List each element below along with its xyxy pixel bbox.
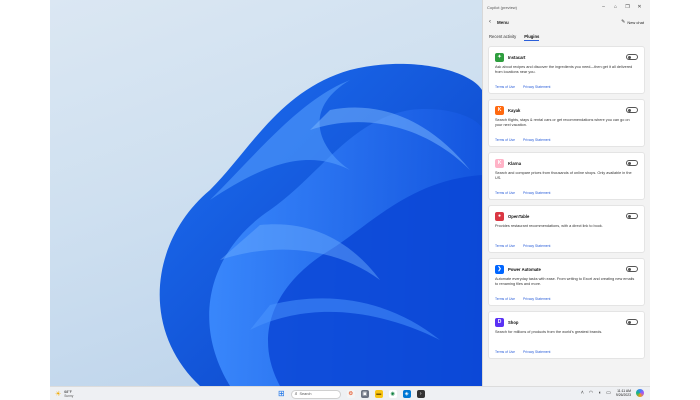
search-placeholder: Search bbox=[299, 392, 312, 396]
privacy-statement-link[interactable]: Privacy Statement bbox=[523, 191, 551, 195]
plugin-logo-icon: K bbox=[495, 105, 504, 115]
minimize-icon[interactable]: – bbox=[601, 4, 606, 10]
plugin-logo-icon: ● bbox=[495, 211, 504, 221]
menu-header: ‹ Menu ✎ New chat bbox=[483, 14, 650, 30]
search-icon: ⌕ bbox=[294, 391, 298, 397]
window-controls: – ⌂ ❐ ✕ bbox=[601, 4, 642, 10]
plugin-header: ✦ Instacart bbox=[495, 52, 638, 62]
back-arrow-icon[interactable]: ‹ bbox=[489, 19, 491, 25]
copilot-icon[interactable] bbox=[636, 389, 644, 397]
plugin-description: Automate everyday tasks with ease. From … bbox=[495, 277, 635, 287]
terms-of-use-link[interactable]: Terms of Use bbox=[495, 85, 515, 89]
plugin-name: Klarna bbox=[508, 160, 522, 166]
new-chat-icon: ✎ bbox=[621, 19, 626, 25]
taskbar-search[interactable]: ⌕ Search bbox=[290, 389, 341, 399]
terms-of-use-link[interactable]: Terms of Use bbox=[495, 191, 515, 195]
plugin-links: Terms of Use Privacy Statement bbox=[495, 138, 551, 142]
plugin-links: Terms of Use Privacy Statement bbox=[495, 191, 551, 195]
task-view-icon[interactable]: ▣ bbox=[360, 390, 369, 398]
plugin-logo-icon: D bbox=[495, 317, 504, 327]
plugin-description: Ask about recipes and discover the ingre… bbox=[495, 65, 633, 75]
plugin-toggle[interactable] bbox=[626, 266, 638, 272]
plugin-name: Power Automate bbox=[508, 266, 541, 272]
wifi-icon[interactable]: ◠ bbox=[589, 390, 593, 396]
plugin-logo-icon: ❯ bbox=[495, 264, 504, 274]
desktop-wallpaper bbox=[50, 0, 482, 386]
plugin-name: Instacart bbox=[508, 54, 526, 60]
new-chat-label: New chat bbox=[627, 19, 644, 25]
sun-icon: ☀ bbox=[55, 390, 62, 398]
privacy-statement-link[interactable]: Privacy Statement bbox=[523, 138, 551, 142]
privacy-statement-link[interactable]: Privacy Statement bbox=[523, 297, 551, 301]
battery-icon[interactable]: ▭ bbox=[606, 390, 611, 396]
close-icon[interactable]: ✕ bbox=[637, 4, 642, 10]
plugin-card: ❯ Power Automate Automate everyday tasks… bbox=[488, 258, 645, 306]
screen: Copilot (preview) – ⌂ ❐ ✕ ‹ Menu ✎ New c… bbox=[50, 0, 650, 400]
plugin-toggle[interactable] bbox=[626, 319, 638, 325]
plugin-toggle[interactable] bbox=[626, 107, 638, 113]
plugin-name: OpenTable bbox=[508, 213, 530, 219]
plugin-header: ● OpenTable bbox=[495, 211, 638, 221]
plugin-name: Kayak bbox=[508, 107, 521, 113]
taskbar-apps: ⊞ ⌕ Search ❂ ▣ ▬ ◉ ◈ › bbox=[278, 389, 425, 399]
plugin-description: Search and compare prices from thousands… bbox=[495, 171, 632, 181]
terms-of-use-link[interactable]: Terms of Use bbox=[495, 244, 515, 248]
copilot-titlebar: Copilot (preview) – ⌂ ❐ ✕ bbox=[483, 0, 650, 14]
terms-of-use-link[interactable]: Terms of Use bbox=[495, 350, 515, 354]
plugin-toggle[interactable] bbox=[626, 213, 638, 219]
plugin-card: K Klarna Search and compare prices from … bbox=[488, 152, 645, 200]
chevron-up-icon[interactable]: ˄ bbox=[581, 390, 584, 396]
plugin-links: Terms of Use Privacy Statement bbox=[495, 244, 551, 248]
plugin-description: Provides restaurant recommendations, wit… bbox=[495, 224, 603, 228]
plugin-links: Terms of Use Privacy Statement bbox=[495, 297, 551, 301]
plugin-name: Shop bbox=[508, 319, 519, 325]
privacy-statement-link[interactable]: Privacy Statement bbox=[523, 350, 551, 354]
plugin-list: ✦ Instacart Ask about recipes and discov… bbox=[483, 42, 650, 359]
tab-recent-activity[interactable]: Recent activity bbox=[489, 34, 516, 39]
plugin-links: Terms of Use Privacy Statement bbox=[495, 85, 551, 89]
tab-bar: Recent activity Plugins bbox=[483, 30, 650, 42]
bloom-wallpaper-art bbox=[159, 63, 482, 386]
menu-title: Menu bbox=[497, 19, 509, 25]
taskbar-clock[interactable]: 11:11 AM 9/26/2023 bbox=[616, 389, 631, 397]
store-icon[interactable]: ◈ bbox=[402, 390, 411, 398]
tab-plugins[interactable]: Plugins bbox=[524, 34, 540, 41]
clock-date: 9/26/2023 bbox=[615, 393, 631, 397]
edge-browser-icon[interactable]: ◉ bbox=[388, 390, 397, 398]
pin-icon[interactable]: ⌂ bbox=[613, 4, 618, 10]
plugin-header: K Kayak bbox=[495, 105, 638, 115]
plugin-description: Search for millions of products from the… bbox=[495, 330, 603, 334]
plugin-logo-icon: K bbox=[495, 158, 504, 168]
plugin-toggle[interactable] bbox=[626, 160, 638, 166]
plugin-card: ● OpenTable Provides restaurant recommen… bbox=[488, 205, 645, 253]
weather-widget[interactable]: ☀ 68°F Sunny bbox=[50, 390, 110, 398]
terminal-icon[interactable]: › bbox=[416, 390, 425, 398]
windows-start-icon[interactable]: ⊞ bbox=[278, 389, 285, 399]
plugin-card: D Shop Search for millions of products f… bbox=[488, 311, 645, 359]
privacy-statement-link[interactable]: Privacy Statement bbox=[523, 244, 551, 248]
copilot-panel: Copilot (preview) – ⌂ ❐ ✕ ‹ Menu ✎ New c… bbox=[482, 0, 650, 386]
privacy-statement-link[interactable]: Privacy Statement bbox=[523, 85, 551, 89]
file-explorer-icon[interactable]: ▬ bbox=[374, 390, 383, 398]
window-title: Copilot (preview) bbox=[487, 4, 518, 10]
restore-icon[interactable]: ❐ bbox=[625, 4, 630, 10]
terms-of-use-link[interactable]: Terms of Use bbox=[495, 297, 515, 301]
plugin-description: Search flights, stays & rental cars or g… bbox=[495, 118, 630, 128]
volume-icon[interactable]: ◖ bbox=[598, 390, 601, 396]
plugin-logo-icon: ✦ bbox=[495, 52, 504, 62]
game-app-icon[interactable]: ❂ bbox=[346, 390, 355, 398]
plugin-header: K Klarna bbox=[495, 158, 638, 168]
plugin-header: D Shop bbox=[495, 317, 638, 327]
plugin-card: K Kayak Search flights, stays & rental c… bbox=[488, 99, 645, 147]
plugin-links: Terms of Use Privacy Statement bbox=[495, 350, 551, 354]
system-tray: ˄ ◠ ◖ ▭ 11:11 AM 9/26/2023 bbox=[581, 389, 644, 397]
plugin-header: ❯ Power Automate bbox=[495, 264, 638, 274]
terms-of-use-link[interactable]: Terms of Use bbox=[495, 138, 515, 142]
weather-condition: Sunny bbox=[64, 393, 74, 398]
plugin-toggle[interactable] bbox=[626, 54, 638, 60]
new-chat-button[interactable]: ✎ New chat bbox=[621, 19, 644, 25]
plugin-card: ✦ Instacart Ask about recipes and discov… bbox=[488, 46, 645, 94]
taskbar: ☀ 68°F Sunny ⊞ ⌕ Search ❂ ▣ ▬ ◉ ◈ › ˄ ◠ … bbox=[50, 386, 650, 400]
